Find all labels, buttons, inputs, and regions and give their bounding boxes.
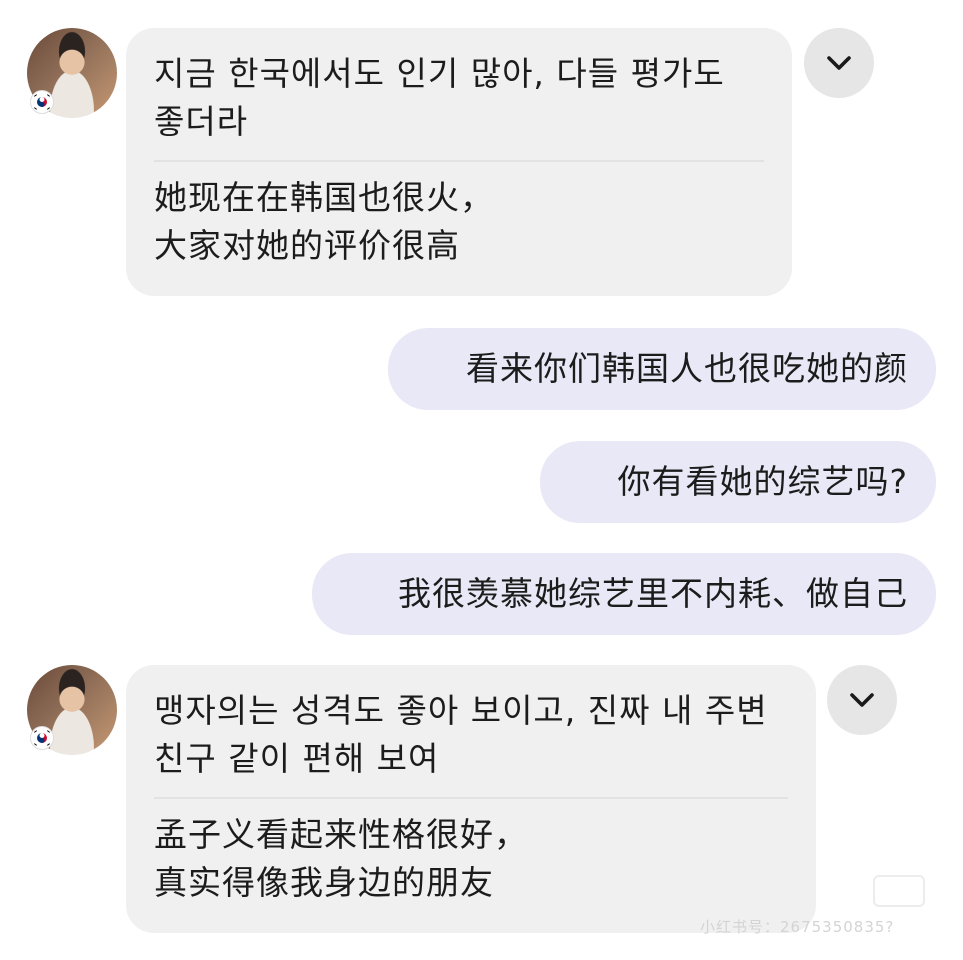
south-korea-flag-icon	[30, 90, 54, 114]
message-original-text: 지금 한국에서도 인기 많아, 다들 평가도 좋더라	[154, 54, 737, 141]
outgoing-message-bubble[interactable]: 看来你们韩国人也很吃她的颜	[388, 328, 936, 410]
message-text: 看来你们韩国人也很吃她的颜	[466, 349, 908, 388]
watermark: 小红书号：2675350835?	[700, 918, 895, 936]
incoming-message-bubble[interactable]: 지금 한국에서도 인기 많아, 다들 평가도 좋더라 她现在在韩国也很火，大家对…	[126, 28, 792, 296]
message-translation-text: 孟子义看起来性格很好，真实得像我身边的朋友	[154, 815, 528, 902]
translation-divider	[154, 160, 764, 162]
message-translation-text: 她现在在韩国也很火，大家对她的评价很高	[154, 178, 494, 265]
south-korea-flag-icon	[30, 726, 54, 750]
chevron-down-icon	[827, 56, 851, 70]
message-text: 我很羡慕她综艺里不内耗、做自己	[398, 574, 908, 613]
message-text: 你有看她的综艺吗?	[617, 462, 908, 501]
expand-translation-button[interactable]	[827, 665, 897, 735]
expand-translation-button[interactable]	[804, 28, 874, 98]
incoming-message-bubble[interactable]: 맹자의는 성격도 좋아 보이고, 진짜 내 주변 친구 같이 편해 보여 孟子义…	[126, 665, 816, 933]
watermark-logo-box	[873, 875, 925, 907]
translation-divider	[154, 797, 788, 799]
message-original-text: 맹자의는 성격도 좋아 보이고, 진짜 내 주변 친구 같이 편해 보여	[154, 691, 780, 778]
outgoing-message-bubble[interactable]: 你有看她的综艺吗?	[540, 441, 936, 523]
outgoing-message-bubble[interactable]: 我很羡慕她综艺里不内耗、做自己	[312, 553, 936, 635]
chevron-down-icon	[850, 693, 874, 707]
